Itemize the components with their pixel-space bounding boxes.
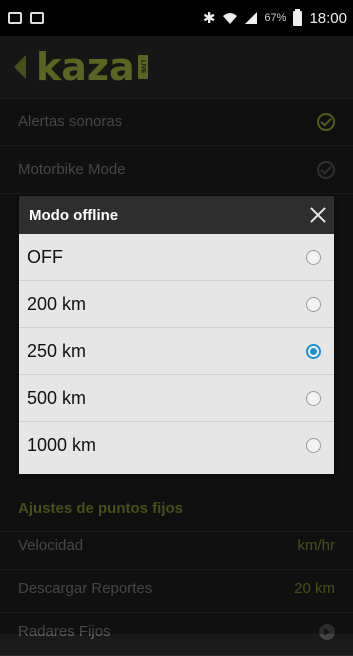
option-off[interactable]: OFF [19,234,334,281]
clock: 18:00 [309,9,347,27]
radio-button[interactable] [306,296,321,312]
screenshot-icon [8,12,22,24]
dialog-header: Modo offline [19,196,334,234]
option-250-km[interactable]: 250 km [19,328,334,375]
option-label: OFF [27,246,63,267]
option-label: 1000 km [27,435,97,455]
gallery-icon [30,12,44,24]
status-bar: ✱ 67% 18:00 [0,0,353,36]
option-label: 500 km [27,387,87,408]
bluetooth-icon: ✱ [202,10,216,27]
option-1000-km[interactable]: 1000 km [19,422,334,469]
dialog-title: Modo offline [29,206,119,224]
offline-mode-dialog: Modo offline OFF 200 km 250 km 500 km 10… [19,196,334,474]
signal-icon [245,12,258,24]
option-200-km[interactable]: 200 km [19,281,334,328]
radio-button[interactable] [306,249,321,265]
radio-button[interactable] [306,438,321,453]
radio-button-selected[interactable] [306,343,321,359]
close-icon[interactable] [310,207,326,223]
option-label: 250 km [27,340,87,361]
wifi-icon [223,13,238,24]
battery-icon [293,8,303,26]
option-500-km[interactable]: 500 km [19,375,334,422]
radio-button[interactable] [306,390,321,406]
battery-percent: 67% [264,12,287,24]
option-label: 200 km [27,293,87,314]
